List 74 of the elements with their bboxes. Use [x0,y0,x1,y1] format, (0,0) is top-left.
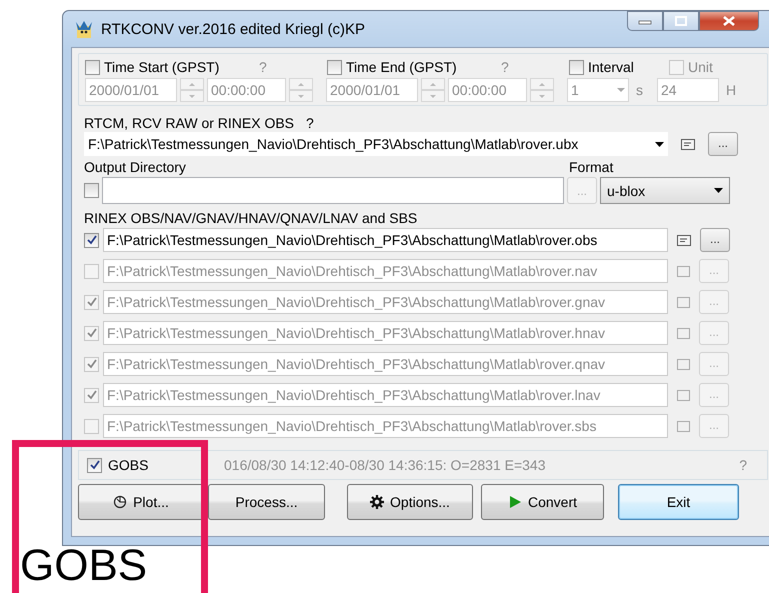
time-label: Time Start (GPST) [104,59,220,75]
section-label: RINEX OBS/NAV/GNAV/HNAV/QNAV/LNAV and SBS [84,208,418,228]
checkbox[interactable] [84,183,99,198]
help-mark: ? [501,59,510,75]
play-icon [508,495,522,509]
checkbox[interactable] [85,60,100,74]
help-mark: ? [259,59,268,75]
spin-buttons[interactable] [180,78,204,102]
unit-field[interactable]: 24 [657,78,719,102]
checkmark-icon [86,358,98,370]
up-arrow-icon [429,82,437,86]
up-arrow-icon [538,82,546,86]
browse-button[interactable]: ... [567,177,597,204]
unit-label: s [635,82,644,98]
down-arrow-icon [538,94,546,98]
checkmark-icon [86,234,98,246]
exit-button[interactable]: Exit [618,484,739,520]
time-label: Interval [588,59,634,75]
output-file-field[interactable]: F:\Patrick\Testmessungen_Navio\Drehtisch_PF3\Abschattung\Matlab\rover.obs [103,228,668,252]
gobs-label: GOBS [108,457,150,473]
help-mark: ? [306,115,314,131]
help-mark: ? [739,457,748,473]
maximize-icon [675,16,687,26]
output-directory-field[interactable] [102,177,564,204]
plot-button[interactable]: Plot... [78,484,204,520]
up-arrow-icon [188,82,196,86]
interval-dropdown[interactable]: 1 [567,78,629,102]
app-icon [75,20,93,38]
section-label: Format [569,159,614,175]
window-title: RTKCONV ver.2016 edited Kriegl (c)KP [101,20,366,38]
format-dropdown[interactable]: u-blox [600,177,730,204]
browse-button[interactable]: ... [700,228,730,252]
checkbox[interactable] [669,60,684,74]
view-icon[interactable] [677,234,691,246]
time-field[interactable]: 00:00:00 [448,78,527,102]
input-file-dropdown[interactable]: F:\Patrick\Testmessungen_Navio\Drehtisch_PF3\Abschattung\Matlab\rover.ubx [84,132,668,156]
close-icon [722,15,736,27]
browse-button[interactable]: ... [708,132,738,156]
up-arrow-icon [297,82,305,86]
section-label: Output Directory [84,159,187,175]
down-arrow-icon [297,94,305,98]
time-field[interactable]: 00:00:00 [207,78,286,102]
down-arrow-icon [429,94,437,98]
down-arrow-icon [188,94,196,98]
maximize-button[interactable] [663,11,699,31]
gear-icon [370,495,384,509]
date-field[interactable]: 2000/01/01 [326,78,418,102]
time-label: Unit [688,59,713,75]
checkmark-icon [86,296,98,308]
spin-buttons[interactable] [421,78,445,102]
dropdown-arrow-icon [617,88,625,92]
checkbox[interactable] [569,60,584,74]
checkmark-icon [86,389,98,401]
dropdown-arrow-icon [714,188,723,193]
checkmark-icon [88,459,100,471]
checkbox[interactable] [84,232,99,248]
process-button[interactable]: Process... [208,484,325,520]
close-button[interactable] [699,11,759,31]
checkbox[interactable] [327,60,342,74]
options-button[interactable]: Options... [347,484,473,520]
spin-buttons[interactable] [289,78,313,102]
date-field[interactable]: 2000/01/01 [85,78,177,102]
dropdown-arrow-icon [655,142,664,146]
checkbox[interactable] [87,458,102,472]
annotation-label: GOBS [20,542,148,590]
view-icon[interactable] [681,138,695,150]
status-message: 016/08/30 14:12:40-08/30 14:36:15: O=2831 E=343 [224,457,547,473]
convert-button[interactable]: Convert [481,484,604,520]
time-label: Time End (GPST) [346,59,457,75]
spin-buttons[interactable] [530,78,554,102]
checkmark-icon [86,327,98,339]
minimize-button[interactable] [627,11,663,31]
unit-label: H [725,82,736,98]
section-label: RTCM, RCV RAW or RINEX OBS [84,115,294,131]
